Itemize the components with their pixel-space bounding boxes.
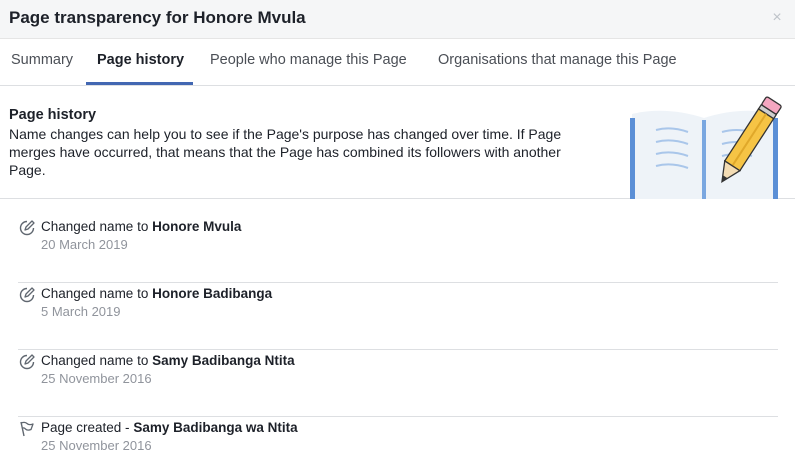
history-entry: Changed name to Samy Badibanga Ntita 25 …	[18, 350, 778, 417]
history-action: Changed name to	[41, 286, 153, 301]
history-entry: Changed name to Honore Mvula 20 March 20…	[18, 216, 778, 283]
tab-page-history[interactable]: Page history	[97, 52, 184, 68]
history-action: Changed name to	[41, 219, 153, 234]
tab-organisations-that-manage[interactable]: Organisations that manage this Page	[438, 52, 677, 68]
section-heading: Page history	[9, 107, 97, 123]
dialog-title: Page transparency for Honore Mvula	[9, 8, 306, 27]
history-action: Page created -	[41, 420, 134, 435]
history-action: Changed name to	[41, 353, 153, 368]
history-page-name: Honore Badibanga	[152, 286, 273, 301]
history-page-name: Honore Mvula	[152, 219, 242, 234]
flag-icon	[20, 421, 34, 437]
history-entry-date: 20 March 2019	[41, 237, 128, 252]
history-entry: Changed name to Honore Badibanga 5 March…	[18, 283, 778, 350]
history-entry-date: 5 March 2019	[41, 304, 121, 319]
history-entry: Page created - Samy Badibanga wa Ntita 2…	[18, 417, 778, 468]
history-page-name: Samy Badibanga Ntita	[152, 353, 295, 368]
history-entry-date: 25 November 2016	[41, 371, 152, 386]
history-entry-text: Changed name to Honore Mvula	[41, 219, 241, 234]
page-history-info: Page history Name changes can help you t…	[0, 86, 795, 199]
history-entry-text: Page created - Samy Badibanga wa Ntita	[41, 420, 298, 435]
pencil-edit-icon	[19, 220, 35, 236]
section-description: Name changes can help you to see if the …	[9, 126, 562, 178]
close-icon[interactable]: ×	[769, 8, 785, 28]
book-and-pencil-illustration	[630, 96, 782, 199]
dialog-header: Page transparency for Honore Mvula ×	[0, 0, 795, 39]
history-page-name: Samy Badibanga wa Ntita	[133, 420, 298, 435]
tab-summary[interactable]: Summary	[11, 52, 73, 68]
tab-people-who-manage[interactable]: People who manage this Page	[210, 52, 407, 68]
active-tab-indicator	[86, 82, 193, 85]
pencil-edit-icon	[19, 354, 35, 370]
history-entry-text: Changed name to Honore Badibanga	[41, 286, 272, 301]
history-entry-text: Changed name to Samy Badibanga Ntita	[41, 353, 295, 368]
pencil-edit-icon	[19, 287, 35, 303]
tab-bar: Summary Page history People who manage t…	[0, 39, 795, 86]
history-entry-date: 25 November 2016	[41, 438, 152, 453]
